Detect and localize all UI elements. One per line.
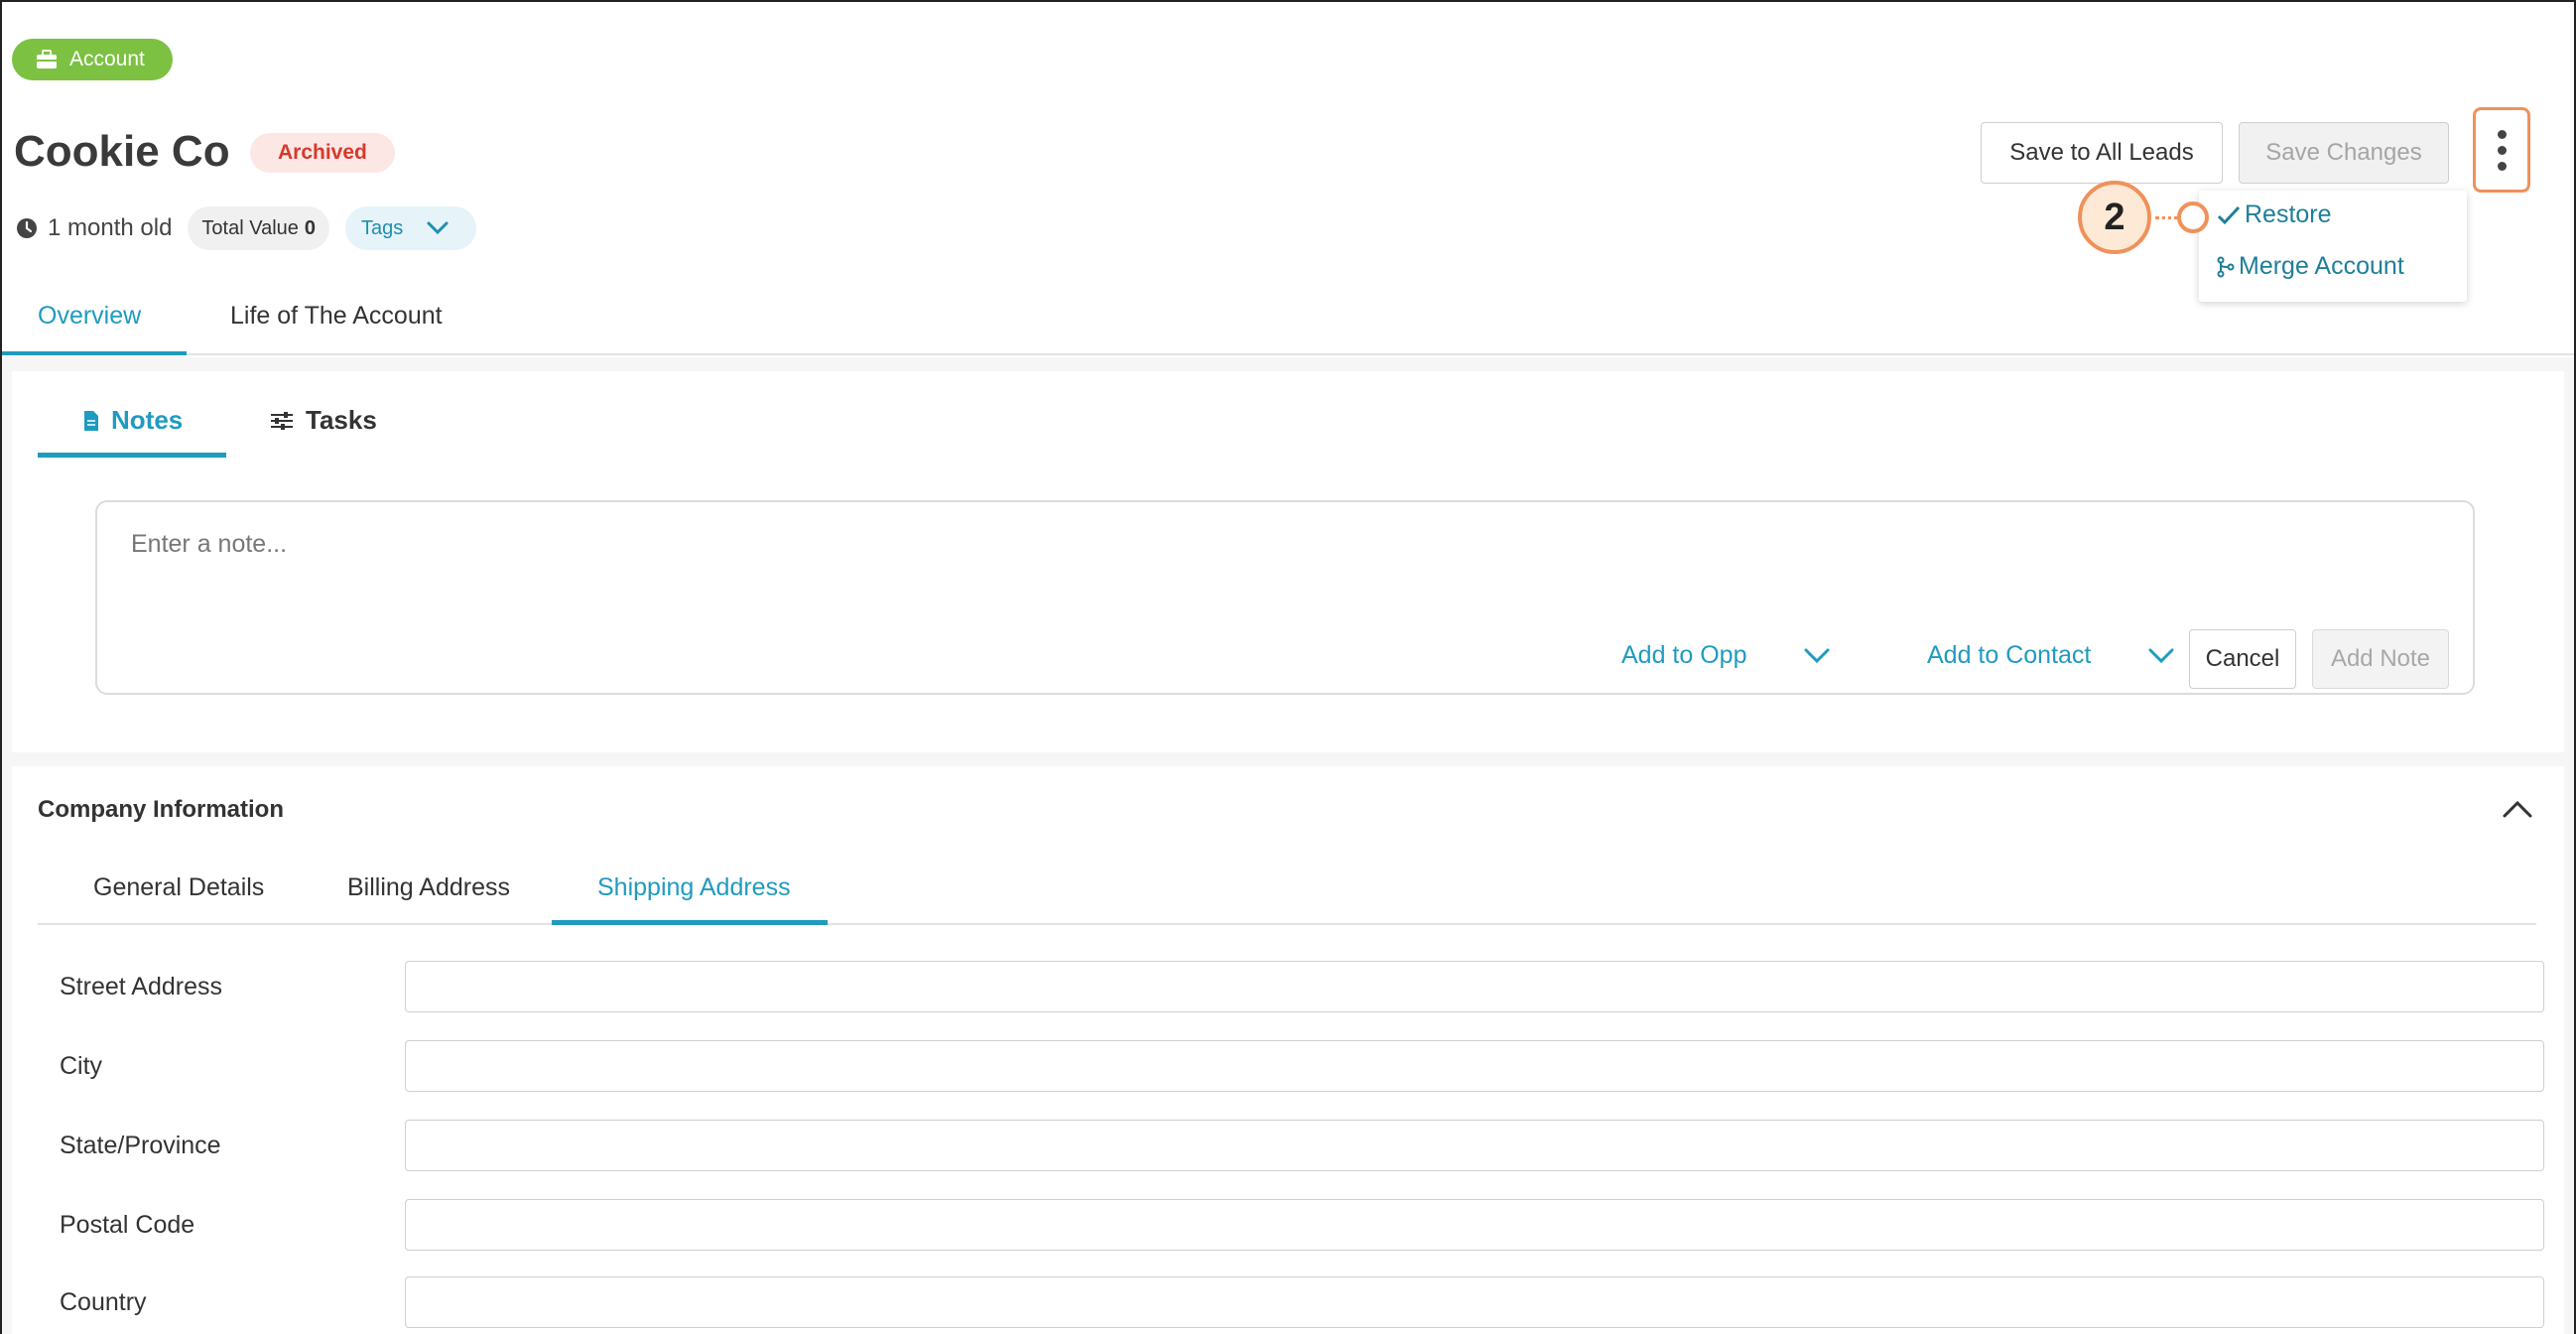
clock-icon <box>17 218 37 238</box>
chevron-up-icon[interactable] <box>2503 800 2532 818</box>
document-icon <box>84 410 98 431</box>
merge-icon <box>2217 256 2235 277</box>
tab-billing-address[interactable]: Billing Address <box>347 873 510 902</box>
chevron-down-icon <box>427 221 449 235</box>
add-to-contact-label: Add to Contact <box>1927 641 2092 669</box>
status-badge: Archived <box>250 133 395 173</box>
step-annotation-badge: 2 <box>2078 181 2151 254</box>
chevron-down-icon <box>2148 648 2174 663</box>
main-tabs: Overview Life of The Account <box>2 288 2574 355</box>
more-options-menu: Restore Merge Account <box>2199 191 2467 302</box>
tab-notes[interactable]: Notes <box>83 405 183 436</box>
kebab-dot-icon <box>2497 129 2507 139</box>
active-subtab-indicator <box>38 453 226 458</box>
total-value-label: Total Value <box>201 216 299 239</box>
notes-panel: Notes Tasks Enter a note... Add to Opp A… <box>12 371 2564 752</box>
tab-overview[interactable]: Overview <box>38 302 141 331</box>
field-city: City <box>60 1040 2544 1092</box>
save-changes-button[interactable]: Save Changes <box>2239 122 2449 184</box>
field-postal-code: Postal Code <box>60 1199 2544 1251</box>
field-label: Street Address <box>60 973 222 1000</box>
add-to-contact-dropdown[interactable]: Add to Contact <box>1927 641 2174 670</box>
field-street-address: Street Address <box>60 961 2544 1012</box>
field-label: City <box>60 1052 103 1080</box>
field-label: Postal Code <box>60 1211 195 1239</box>
account-meta: 1 month old Total Value 0 Tags <box>16 206 477 250</box>
sliders-icon <box>271 411 293 430</box>
country-input[interactable] <box>405 1276 2544 1328</box>
tab-general-details[interactable]: General Details <box>93 873 264 902</box>
tags-dropdown[interactable]: Tags <box>345 206 477 250</box>
active-tab-indicator <box>552 920 828 925</box>
tab-life-of-the-account[interactable]: Life of The Account <box>230 302 443 331</box>
address-tabs: General Details Billing Address Shipping… <box>38 862 2536 925</box>
field-country: Country <box>60 1276 2544 1328</box>
note-editor[interactable]: Enter a note... Add to Opp Add to Contac… <box>95 500 2475 695</box>
save-to-all-leads-button[interactable]: Save to All Leads <box>1981 122 2223 184</box>
city-input[interactable] <box>405 1040 2544 1092</box>
note-input-placeholder[interactable]: Enter a note... <box>131 530 287 559</box>
menu-item-merge-account[interactable]: Merge Account <box>2217 252 2404 281</box>
active-tab-indicator <box>2 351 187 355</box>
checkmark-icon <box>2217 205 2241 224</box>
field-state-province: State/Province <box>60 1120 2544 1171</box>
total-value-chip: Total Value 0 <box>188 206 330 250</box>
chevron-down-icon <box>1804 648 1830 663</box>
menu-item-label: Merge Account <box>2239 252 2404 280</box>
age-text: 1 month old <box>48 214 173 241</box>
postal-code-input[interactable] <box>405 1199 2544 1251</box>
age-indicator: 1 month old <box>16 214 172 242</box>
tags-label: Tags <box>361 216 404 239</box>
section-title: Company Information <box>38 796 285 823</box>
account-type-label: Account <box>69 48 145 70</box>
street-address-input[interactable] <box>405 961 2544 1012</box>
tab-shipping-address[interactable]: Shipping Address <box>597 873 791 902</box>
briefcase-icon <box>37 50 57 68</box>
tab-tasks-label: Tasks <box>306 405 377 435</box>
menu-item-label: Restore <box>2245 200 2332 228</box>
tab-tasks[interactable]: Tasks <box>270 405 377 436</box>
kebab-dot-icon <box>2497 145 2507 155</box>
menu-item-restore[interactable]: Restore <box>2217 200 2332 229</box>
add-to-opp-label: Add to Opp <box>1621 641 1747 669</box>
field-label: Country <box>60 1288 147 1316</box>
annotation-target-ring <box>2177 201 2209 233</box>
kebab-dot-icon <box>2497 161 2507 171</box>
page-title: Cookie Co <box>14 127 230 176</box>
account-type-badge: Account <box>12 39 173 80</box>
field-label: State/Province <box>60 1132 221 1159</box>
cancel-button[interactable]: Cancel <box>2189 629 2296 689</box>
add-to-opp-dropdown[interactable]: Add to Opp <box>1621 641 1830 670</box>
total-value-amount: 0 <box>304 216 317 239</box>
tab-notes-label: Notes <box>111 405 184 435</box>
add-note-button[interactable]: Add Note <box>2312 629 2449 689</box>
company-information-panel: Company Information General Details Bill… <box>12 766 2564 1334</box>
more-options-button[interactable] <box>2473 107 2530 193</box>
state-province-input[interactable] <box>405 1120 2544 1171</box>
